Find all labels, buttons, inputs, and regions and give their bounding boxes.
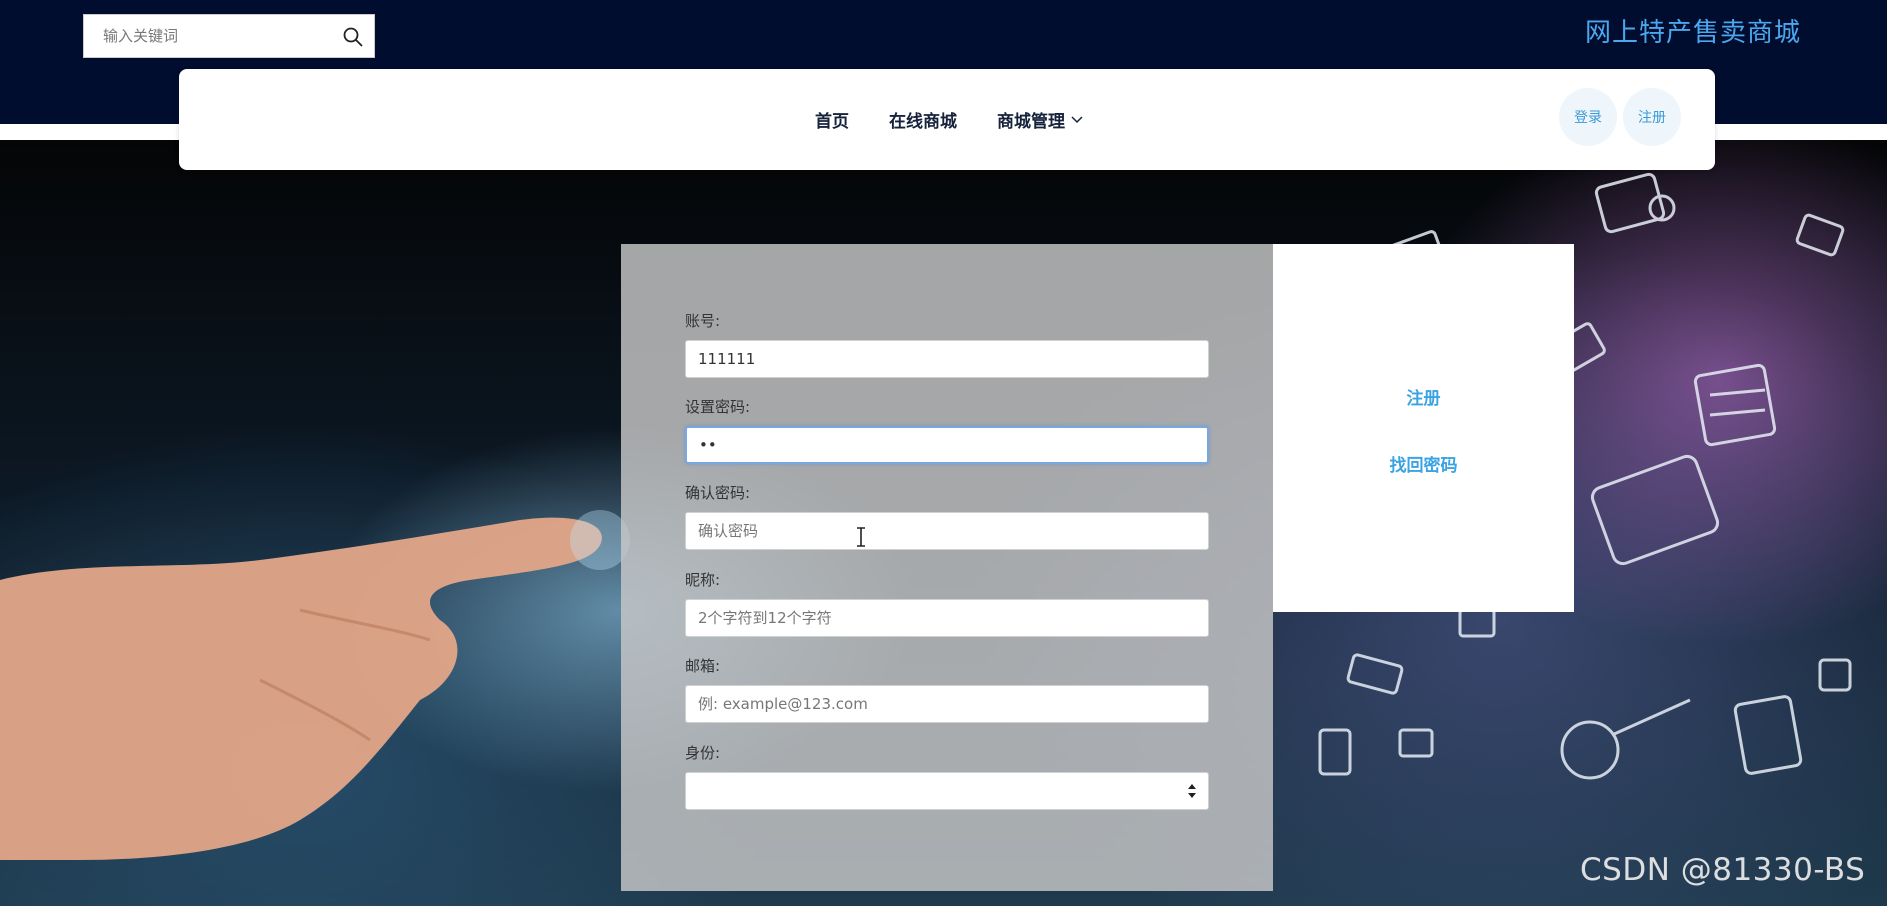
register-button[interactable]: 注册 xyxy=(1623,88,1681,146)
password-label: 设置密码: xyxy=(685,398,751,416)
recover-password-link[interactable]: 找回密码 xyxy=(1273,451,1574,476)
search-icon[interactable] xyxy=(342,26,364,48)
account-label: 账号: xyxy=(685,312,721,330)
watermark: CSDN @81330-BS xyxy=(1580,852,1866,888)
text-cursor-icon xyxy=(857,527,865,547)
role-label: 身份: xyxy=(685,744,721,762)
select-arrows-icon xyxy=(1188,784,1196,798)
main-nav: 首页 在线商城 商城管理 xyxy=(815,107,1083,132)
side-panel: 注册 找回密码 xyxy=(1273,244,1574,612)
role-select[interactable] xyxy=(685,772,1209,810)
confirm-password-label: 确认密码: xyxy=(685,484,751,502)
nav-card: 首页 在线商城 商城管理 登录 注册 xyxy=(179,69,1715,170)
email-field[interactable] xyxy=(685,685,1209,723)
login-button[interactable]: 登录 xyxy=(1559,88,1617,146)
email-label: 邮箱: xyxy=(685,657,721,675)
nav-home-label: 首页 xyxy=(815,112,849,132)
register-form: 账号: 设置密码: 确认密码: 昵称: 邮箱: 身份: xyxy=(621,244,1273,891)
nav-online-mall[interactable]: 在线商城 xyxy=(889,107,957,132)
search-input[interactable] xyxy=(84,15,334,57)
confirm-password-field[interactable] xyxy=(685,512,1209,550)
nav-mall-management-label: 商城管理 xyxy=(997,112,1065,132)
account-field[interactable] xyxy=(685,340,1209,378)
nav-mall-management[interactable]: 商城管理 xyxy=(997,107,1083,132)
password-field[interactable] xyxy=(685,426,1209,464)
nav-home[interactable]: 首页 xyxy=(815,107,849,132)
nickname-field[interactable] xyxy=(685,599,1209,637)
auth-buttons: 登录 注册 xyxy=(1559,88,1681,146)
nav-online-mall-label: 在线商城 xyxy=(889,112,957,132)
register-link[interactable]: 注册 xyxy=(1273,384,1574,409)
chevron-down-icon xyxy=(1071,115,1083,123)
nickname-label: 昵称: xyxy=(685,571,721,589)
site-title: 网上特产售卖商城 xyxy=(1585,18,1802,48)
search-box xyxy=(83,14,375,58)
